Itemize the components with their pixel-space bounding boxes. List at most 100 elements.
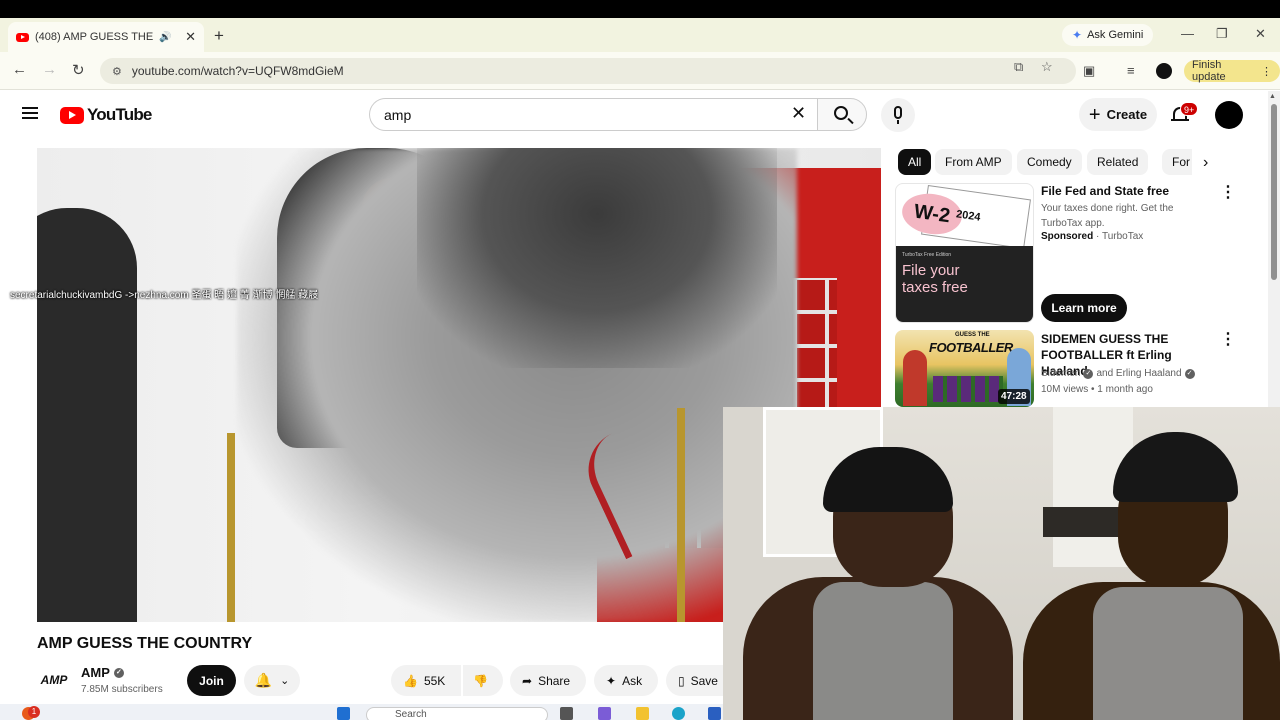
taskbar-notification-badge: 1 xyxy=(28,706,40,718)
back-arrow-icon[interactable]: ← xyxy=(12,61,27,78)
store-icon[interactable] xyxy=(708,707,721,720)
speaker-icon[interactable]: 🔊 xyxy=(159,32,171,43)
taskbar-search-input[interactable]: Search xyxy=(366,707,548,720)
video-duration-badge: 47:28 xyxy=(998,389,1030,404)
edge-icon[interactable] xyxy=(672,707,685,720)
window-close-icon[interactable]: ✕ xyxy=(1255,26,1266,42)
like-button[interactable]: 👍 55K xyxy=(391,665,461,696)
site-info-icon[interactable]: ⚙ xyxy=(112,65,122,78)
create-button[interactable]: + Create xyxy=(1079,98,1157,131)
forward-arrow-icon[interactable]: → xyxy=(42,61,57,78)
task-view-icon[interactable] xyxy=(560,707,573,720)
chevron-right-icon[interactable]: › xyxy=(1203,154,1208,172)
scroll-up-icon[interactable]: ▲ xyxy=(1269,93,1276,100)
save-label: Save xyxy=(690,673,718,688)
subscriber-count: 7.85M subscribers xyxy=(81,684,163,695)
thumb-footballer-text: FOOTBALLER xyxy=(929,340,1013,355)
ad-more-icon[interactable]: ⋮ xyxy=(1220,185,1236,201)
ask-button[interactable]: ✦ Ask xyxy=(594,665,658,696)
subscribed-notifications-button[interactable]: 🔔 ⌄ xyxy=(244,665,300,696)
reload-icon[interactable]: ↻ xyxy=(72,61,85,79)
browser-tab[interactable]: (408) AMP GUESS THE COU 🔊 ✕ xyxy=(8,22,204,52)
channel-avatar[interactable]: AMP xyxy=(37,666,71,694)
browser-profile-avatar[interactable] xyxy=(1156,63,1172,79)
microphone-icon xyxy=(894,106,902,119)
chip-for[interactable]: For xyxy=(1162,149,1192,175)
video-more-icon[interactable]: ⋮ xyxy=(1220,332,1236,348)
copilot-icon[interactable] xyxy=(598,707,611,720)
share-label: Share xyxy=(538,673,571,688)
restore-icon[interactable]: ❐ xyxy=(1216,26,1228,42)
thumbs-down-icon: 👎 xyxy=(473,673,488,688)
channel-name[interactable]: AMP ✓ xyxy=(81,665,124,680)
video-person-left xyxy=(37,208,137,622)
search-input[interactable]: amp xyxy=(369,98,817,131)
new-tab-button[interactable]: + xyxy=(214,26,224,46)
os-taskbar: Search xyxy=(0,704,723,720)
file-explorer-icon[interactable] xyxy=(636,707,649,720)
thumb-guess-text: GUESS THE xyxy=(955,332,990,338)
dislike-button[interactable]: 👎 xyxy=(463,665,503,696)
ad-sponsor-line: Sponsored · TurboTax xyxy=(1041,231,1143,242)
verified-check-icon: ✓ xyxy=(1083,369,1094,379)
bookmark-star-icon[interactable]: ☆ xyxy=(1041,59,1053,75)
recommended-channel-line: Sidemen ✓ and Erling Haaland ✓ xyxy=(1041,366,1195,382)
ad-thumbnail[interactable]: W-2 2024 TurboTax Free Edition File your… xyxy=(895,183,1034,323)
share-button[interactable]: ➦ Share xyxy=(510,665,586,696)
ad-title[interactable]: File Fed and State free xyxy=(1041,184,1169,198)
media-controls-icon[interactable]: ≡ xyxy=(1127,63,1135,78)
webcam-person-left-tank xyxy=(813,582,953,720)
channel-name-text: AMP xyxy=(81,665,110,680)
reading-list-icon[interactable]: ▣ xyxy=(1083,63,1095,79)
ask-gemini-button[interactable]: ✦ Ask Gemini xyxy=(1062,24,1154,46)
webcam-overlay xyxy=(723,407,1280,720)
like-count: 55K xyxy=(423,673,446,688)
video-blurred-head xyxy=(417,148,777,368)
scrollbar-thumb[interactable] xyxy=(1271,104,1277,280)
notification-bell-icon: 🔔 xyxy=(254,672,273,688)
learn-more-button[interactable]: Learn more xyxy=(1041,294,1127,322)
search-icon xyxy=(834,106,848,120)
recommended-channel-joiner[interactable]: and Erling Haaland xyxy=(1096,366,1181,382)
video-stanchion-left xyxy=(227,433,235,622)
finish-update-button[interactable]: Finish update ⋮ xyxy=(1184,59,1280,83)
search-button[interactable] xyxy=(817,98,867,131)
chevron-down-icon: ⌄ xyxy=(280,675,290,687)
chip-related[interactable]: Related xyxy=(1087,149,1149,175)
youtube-logo[interactable]: YouTube xyxy=(60,105,152,125)
sponsored-label: Sponsored xyxy=(1041,231,1094,242)
letterbox xyxy=(0,0,1280,18)
youtube-wordmark: YouTube xyxy=(87,105,152,124)
voice-search-button[interactable] xyxy=(881,98,915,132)
chip-from-amp[interactable]: From AMP xyxy=(935,149,1012,175)
video-watermark-text: secretarialchuckivambdG ->nezhna.com 圣蛋 … xyxy=(10,290,319,301)
minimize-icon[interactable]: — xyxy=(1181,26,1194,41)
address-bar[interactable]: ⚙ youtube.com/watch?v=UQFW8mdGieM xyxy=(100,58,1076,84)
tab-title: (408) AMP GUESS THE COU xyxy=(35,31,153,43)
share-arrow-icon: ➦ xyxy=(522,673,533,688)
recommended-channel-name[interactable]: Sidemen xyxy=(1041,366,1080,382)
windows-start-icon[interactable] xyxy=(337,707,350,720)
ask-label: Ask xyxy=(622,673,643,688)
verified-check-icon: ✓ xyxy=(113,667,124,678)
thumb-person-left xyxy=(903,350,927,406)
account-avatar[interactable] xyxy=(1215,101,1243,129)
youtube-play-icon xyxy=(60,106,84,124)
verified-check-icon: ✓ xyxy=(1184,369,1195,379)
hamburger-menu-icon[interactable] xyxy=(22,107,38,119)
ad-thumb-edition: TurboTax Free Edition xyxy=(902,252,952,258)
ask-gemini-label: Ask Gemini xyxy=(1087,29,1144,41)
chip-all[interactable]: All xyxy=(898,149,932,175)
advertiser-name: TurboTax xyxy=(1101,231,1144,242)
save-button[interactable]: ▯ Save xyxy=(666,665,723,696)
install-app-icon[interactable]: ⧉ xyxy=(1014,59,1023,75)
create-label: Create xyxy=(1106,107,1148,122)
chip-comedy[interactable]: Comedy xyxy=(1017,149,1082,175)
bell-base xyxy=(1171,119,1189,121)
join-button[interactable]: Join xyxy=(187,665,236,696)
video-title: AMP GUESS THE COUNTRY xyxy=(37,635,253,652)
clear-search-icon[interactable]: ✕ xyxy=(791,104,806,122)
tab-close-icon[interactable]: ✕ xyxy=(185,29,196,45)
youtube-favicon-icon xyxy=(16,32,29,42)
plus-icon: + xyxy=(1088,103,1101,126)
